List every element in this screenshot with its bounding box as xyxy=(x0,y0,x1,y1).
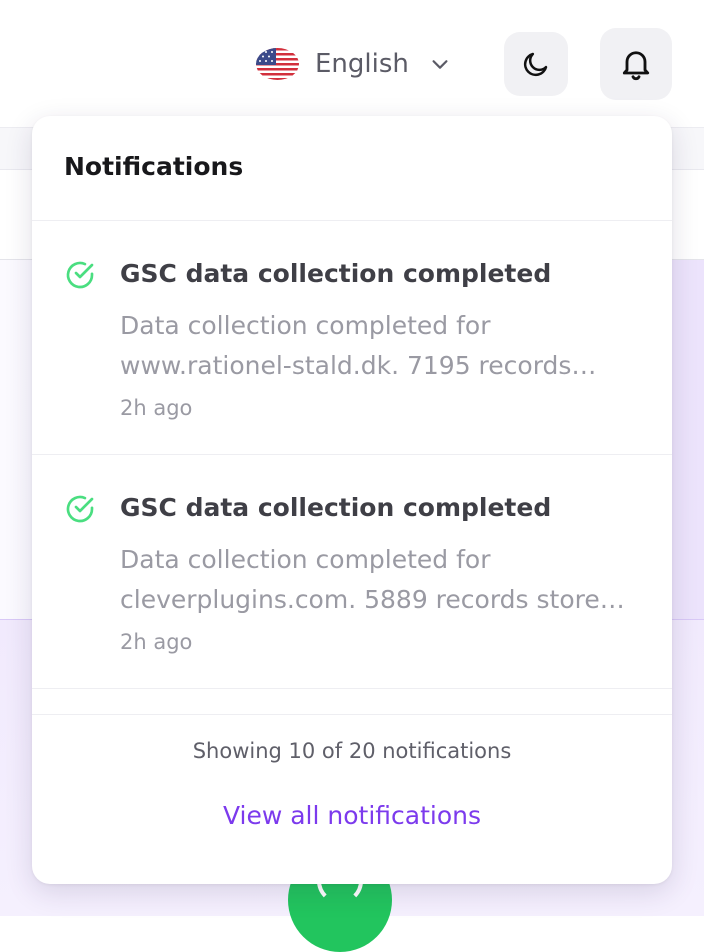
notification-item[interactable]: GSC data collection completed Data colle… xyxy=(32,455,672,689)
moon-icon xyxy=(523,52,548,77)
view-all-notifications-link[interactable]: View all notifications xyxy=(223,801,481,830)
us-flag-icon xyxy=(256,48,299,80)
notifications-count: Showing 10 of 20 notifications xyxy=(192,739,512,763)
notification-item[interactable]: GSC data collection completed Data colle… xyxy=(32,221,672,455)
notification-title: GSC data collection completed xyxy=(120,493,552,522)
notifications-button[interactable] xyxy=(600,28,672,100)
theme-toggle-button[interactable] xyxy=(504,32,568,96)
notification-item-partial xyxy=(32,689,672,715)
notification-title: GSC data collection completed xyxy=(120,259,552,288)
notifications-header: Notifications xyxy=(32,116,672,221)
notification-time: 2h ago xyxy=(120,630,193,654)
notifications-footer: Showing 10 of 20 notifications View all … xyxy=(32,715,672,830)
notifications-title: Notifications xyxy=(64,152,244,181)
language-label: English xyxy=(315,49,409,79)
check-circle-icon xyxy=(66,261,94,289)
chevron-down-icon xyxy=(432,60,448,69)
check-circle-icon xyxy=(66,495,94,523)
notification-body: Data collection completed for www.ration… xyxy=(120,311,597,380)
language-selector[interactable]: English xyxy=(256,44,451,84)
notification-body: Data collection completed for cleverplug… xyxy=(120,545,625,614)
bell-icon xyxy=(622,51,650,81)
notification-time: 2h ago xyxy=(120,396,193,420)
notifications-dropdown: Notifications GSC data collection comple… xyxy=(32,116,672,884)
